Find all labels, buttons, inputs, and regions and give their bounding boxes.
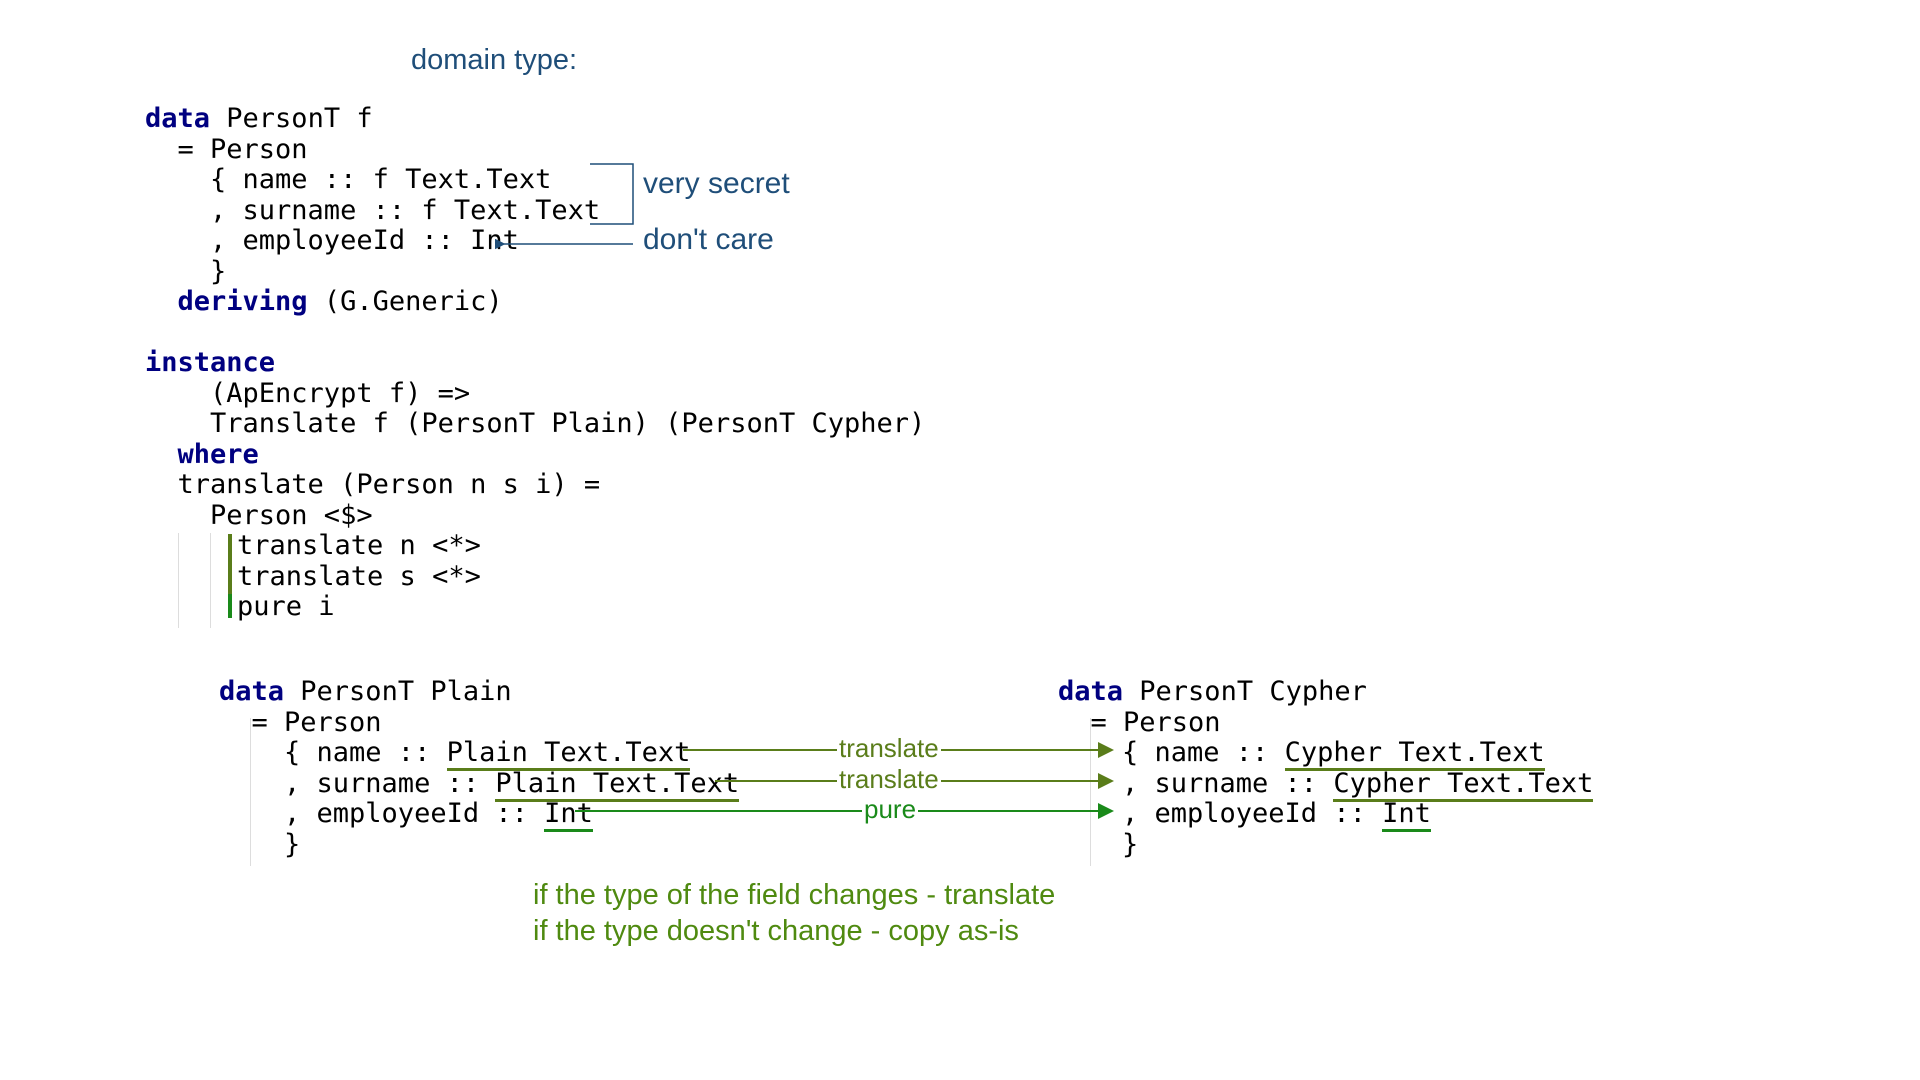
translate-s-bar	[228, 564, 232, 596]
pure-i-bar	[228, 594, 232, 618]
translate-surname-label: translate	[837, 764, 941, 795]
rule-translate: if the type of the field changes - trans…	[533, 879, 1056, 911]
pure-employee-label: pure	[862, 794, 919, 825]
translate-n-bar	[228, 534, 232, 566]
very-secret-bracket	[590, 163, 634, 225]
rule-copy: if the type doesn't change - copy as-is	[533, 915, 1019, 947]
translate-name-label: translate	[837, 733, 941, 764]
